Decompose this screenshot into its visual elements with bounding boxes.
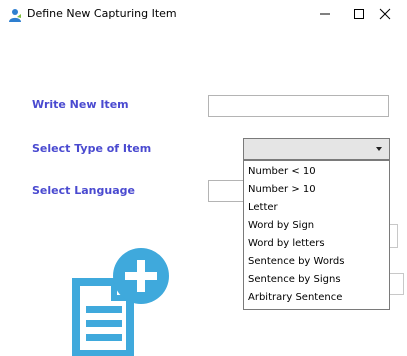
hidden-button-edge-2[interactable] bbox=[388, 273, 404, 295]
document-add-icon bbox=[72, 248, 169, 356]
dropdown-option[interactable]: Number < 10 bbox=[248, 163, 316, 181]
user-icon bbox=[9, 9, 21, 22]
dropdown-option[interactable]: Sentence by Words bbox=[248, 253, 344, 271]
new-item-input[interactable] bbox=[208, 95, 389, 117]
dropdown-option[interactable]: Word by letters bbox=[248, 235, 325, 253]
select-type-label: Select Type of Item bbox=[32, 142, 152, 155]
language-combobox[interactable] bbox=[208, 180, 248, 202]
dropdown-option[interactable]: Letter bbox=[248, 199, 278, 217]
chevron-down-icon bbox=[376, 147, 382, 151]
close-icon bbox=[379, 8, 391, 20]
close-button[interactable] bbox=[362, 0, 407, 28]
write-new-item-label: Write New Item bbox=[32, 98, 129, 111]
dropdown-option[interactable]: Word by Sign bbox=[248, 217, 314, 235]
window-title: Define New Capturing Item bbox=[27, 7, 177, 20]
item-type-combobox[interactable] bbox=[243, 138, 390, 160]
item-type-dropdown-list: Number < 10 Number > 10 Letter Word by S… bbox=[243, 160, 390, 310]
select-language-label: Select Language bbox=[32, 184, 135, 197]
minimize-icon bbox=[320, 13, 330, 15]
dropdown-option[interactable]: Number > 10 bbox=[248, 181, 316, 199]
title-bar: Define New Capturing Item bbox=[0, 0, 407, 30]
dropdown-option[interactable]: Arbitrary Sentence bbox=[248, 289, 342, 307]
dropdown-option[interactable]: Sentence by Signs bbox=[248, 271, 341, 289]
